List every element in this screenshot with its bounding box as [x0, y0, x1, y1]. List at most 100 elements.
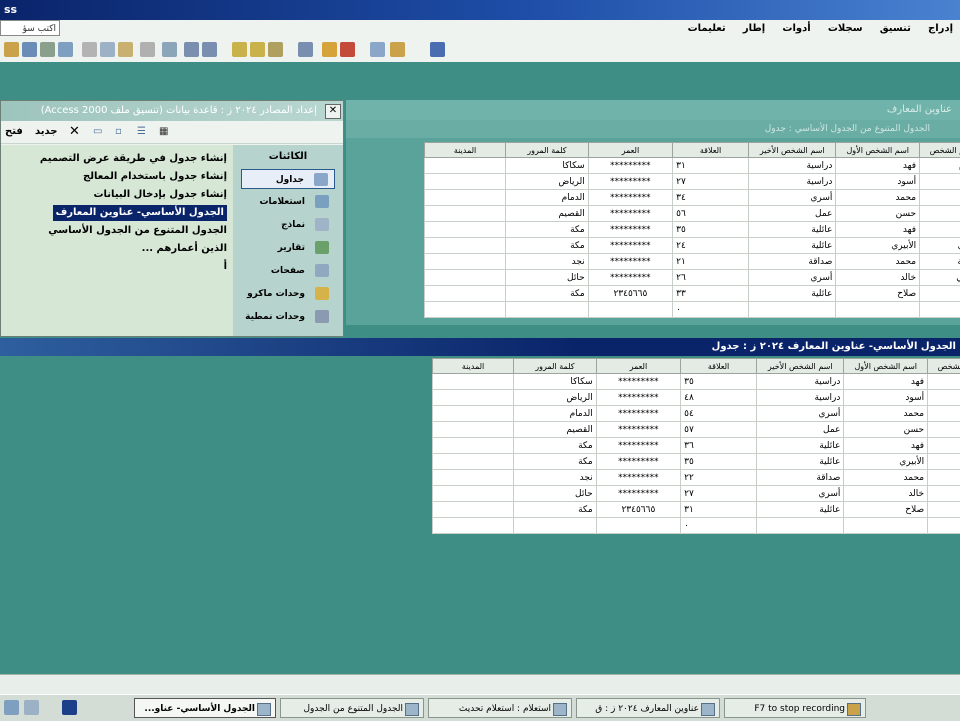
save-icon[interactable] — [22, 42, 37, 57]
col-header[interactable]: المدينة — [425, 143, 506, 158]
table-cell[interactable]: سامية — [928, 470, 960, 486]
table-cell[interactable]: الدمام — [514, 406, 597, 422]
table-row[interactable]: حسنيخالدأسري٢٧*********حائل — [433, 486, 960, 502]
table-row[interactable]: هدىأسوددراسية٤٨*********الرياض — [433, 390, 960, 406]
ask-question-box[interactable]: اكتب سؤ — [0, 20, 60, 36]
table-cell[interactable] — [425, 206, 506, 222]
table-cell[interactable]: مكة — [506, 222, 589, 238]
large-icons-icon[interactable]: ▭ — [93, 124, 102, 140]
table-cell[interactable]: حائل — [506, 270, 589, 286]
table-cell[interactable]: ********* — [588, 158, 672, 174]
help-icon[interactable] — [430, 42, 445, 57]
list-item[interactable]: إنشاء جدول بإدخال البيانات — [94, 187, 228, 203]
table-cell[interactable]: ٠ — [673, 302, 749, 318]
table-cell[interactable]: ٣٤ — [673, 190, 749, 206]
table-cell[interactable]: محمد — [844, 470, 928, 486]
table-row[interactable]: زهرةصلاحعائلية٣٣٢٣٤٥٦٦٥مكة — [425, 286, 960, 302]
table-cell[interactable]: زهرة — [928, 502, 960, 518]
table-cell[interactable]: مكة — [514, 454, 597, 470]
table-cell[interactable]: ********* — [596, 374, 680, 390]
table-cell[interactable]: ٣٥ — [681, 374, 757, 390]
table-cell[interactable]: زهرة — [920, 286, 960, 302]
table-cell[interactable]: فهد — [836, 158, 920, 174]
table-cell[interactable]: ٢٣٤٥٦٦٥ — [596, 502, 680, 518]
table-cell[interactable]: نجد — [514, 470, 597, 486]
table-cell[interactable]: ٢٤ — [673, 238, 749, 254]
table-cell[interactable]: ********* — [588, 206, 672, 222]
table-cell[interactable]: هدى — [928, 390, 960, 406]
object-reports[interactable]: تقارير — [241, 238, 335, 258]
table-cell[interactable]: خالد — [844, 486, 928, 502]
col-header[interactable]: اسم الشخص — [920, 143, 960, 158]
menu-help[interactable]: تعليمات — [681, 20, 733, 38]
table-cell[interactable] — [749, 302, 836, 318]
table-cell[interactable] — [425, 270, 506, 286]
table-cell[interactable]: مكة — [506, 286, 589, 302]
table-cell[interactable]: عمل — [757, 422, 844, 438]
table-row[interactable]: أسلامفهددراسية٣٥*********سكاكا — [433, 374, 960, 390]
view-icon[interactable] — [4, 42, 19, 57]
table-cell[interactable]: ********* — [588, 222, 672, 238]
col-header[interactable]: العمر — [596, 359, 680, 374]
table-cell[interactable]: ********* — [596, 454, 680, 470]
table-cell[interactable]: ********* — [596, 486, 680, 502]
table-cell[interactable]: عائلية — [749, 222, 836, 238]
new-object-button[interactable]: جديد — [35, 124, 58, 140]
table-cell[interactable] — [433, 518, 514, 534]
table-cell[interactable] — [757, 518, 844, 534]
menu-tools[interactable]: أدوات — [775, 20, 817, 38]
table-row[interactable]: حولةفهدعائلية٣٥*********مكة — [425, 222, 960, 238]
table-cell[interactable]: عبان — [928, 406, 960, 422]
table-cell[interactable]: ٥٤ — [681, 406, 757, 422]
close-icon[interactable]: ✕ — [325, 104, 341, 119]
object-tables[interactable]: جداول — [241, 169, 335, 189]
table-cell[interactable]: محمد — [844, 406, 928, 422]
table-cell[interactable]: ********* — [596, 438, 680, 454]
menu-records[interactable]: سجلات — [821, 20, 870, 38]
table-cell[interactable]: فهد — [844, 374, 928, 390]
table-row[interactable]: ساميةمحمدصداقة٢١*********نجد — [425, 254, 960, 270]
table-cell[interactable]: ********* — [596, 406, 680, 422]
new-object-icon[interactable] — [390, 42, 405, 57]
table-row[interactable]: مودةحسنعمل٥٧*********القصيم — [433, 422, 960, 438]
table-cell[interactable]: ٥٧ — [681, 422, 757, 438]
table-cell[interactable] — [920, 302, 960, 318]
table-row[interactable]: عبانمحمدأسري٥٤*********الدمام — [433, 406, 960, 422]
col-header[interactable]: المدينة — [433, 359, 514, 374]
database-window-icon[interactable] — [370, 42, 385, 57]
table-cell[interactable]: ********* — [596, 470, 680, 486]
table-cell[interactable]: ٣٦ — [681, 438, 757, 454]
table-cell[interactable]: سامية — [920, 254, 960, 270]
table-cell[interactable]: أسري — [757, 406, 844, 422]
table-cell[interactable]: دراسية — [749, 174, 836, 190]
table-cell[interactable] — [425, 254, 506, 270]
table-cell[interactable] — [433, 470, 514, 486]
table-cell[interactable]: حولة — [928, 438, 960, 454]
table-cell[interactable]: أسلام — [928, 374, 960, 390]
table-cell[interactable]: الأبيري — [844, 454, 928, 470]
table-cell[interactable] — [433, 454, 514, 470]
object-queries[interactable]: استعلامات — [241, 192, 335, 212]
copy-icon[interactable] — [100, 42, 115, 57]
table-cell[interactable] — [425, 174, 506, 190]
table-cell[interactable]: الأبيري — [836, 238, 920, 254]
table-cell[interactable]: ٣١ — [673, 158, 749, 174]
table-row[interactable]: أسلامفهددراسية٣١*********سكاكا — [425, 158, 960, 174]
table-cell[interactable]: القصيم — [514, 422, 597, 438]
table-cell[interactable]: بصري — [920, 238, 960, 254]
table-cell[interactable]: القصيم — [506, 206, 589, 222]
print-icon[interactable] — [40, 42, 55, 57]
table-cell[interactable]: سكاكا — [506, 158, 589, 174]
table-cell[interactable]: عائلية — [757, 502, 844, 518]
table-cell[interactable]: أسري — [757, 486, 844, 502]
col-header[interactable]: اسم الشخص الأول — [844, 359, 928, 374]
list-item[interactable]: إنشاء جدول باستخدام المعالج — [83, 169, 227, 185]
table-row[interactable]: حولةفهدعائلية٣٦*********مكة — [433, 438, 960, 454]
object-modules[interactable]: وحدات نمطية — [241, 307, 335, 327]
table-cell[interactable]: عبان — [920, 190, 960, 206]
table-cell[interactable]: نجد — [506, 254, 589, 270]
undo-icon[interactable] — [140, 42, 155, 57]
col-header[interactable]: كلمة المرور — [514, 359, 597, 374]
table-cell[interactable]: عائلية — [749, 286, 836, 302]
database-window[interactable]: إعداد المصادر ٢٠٢٤ ز : قاعدة بيانات (تنس… — [0, 100, 344, 337]
